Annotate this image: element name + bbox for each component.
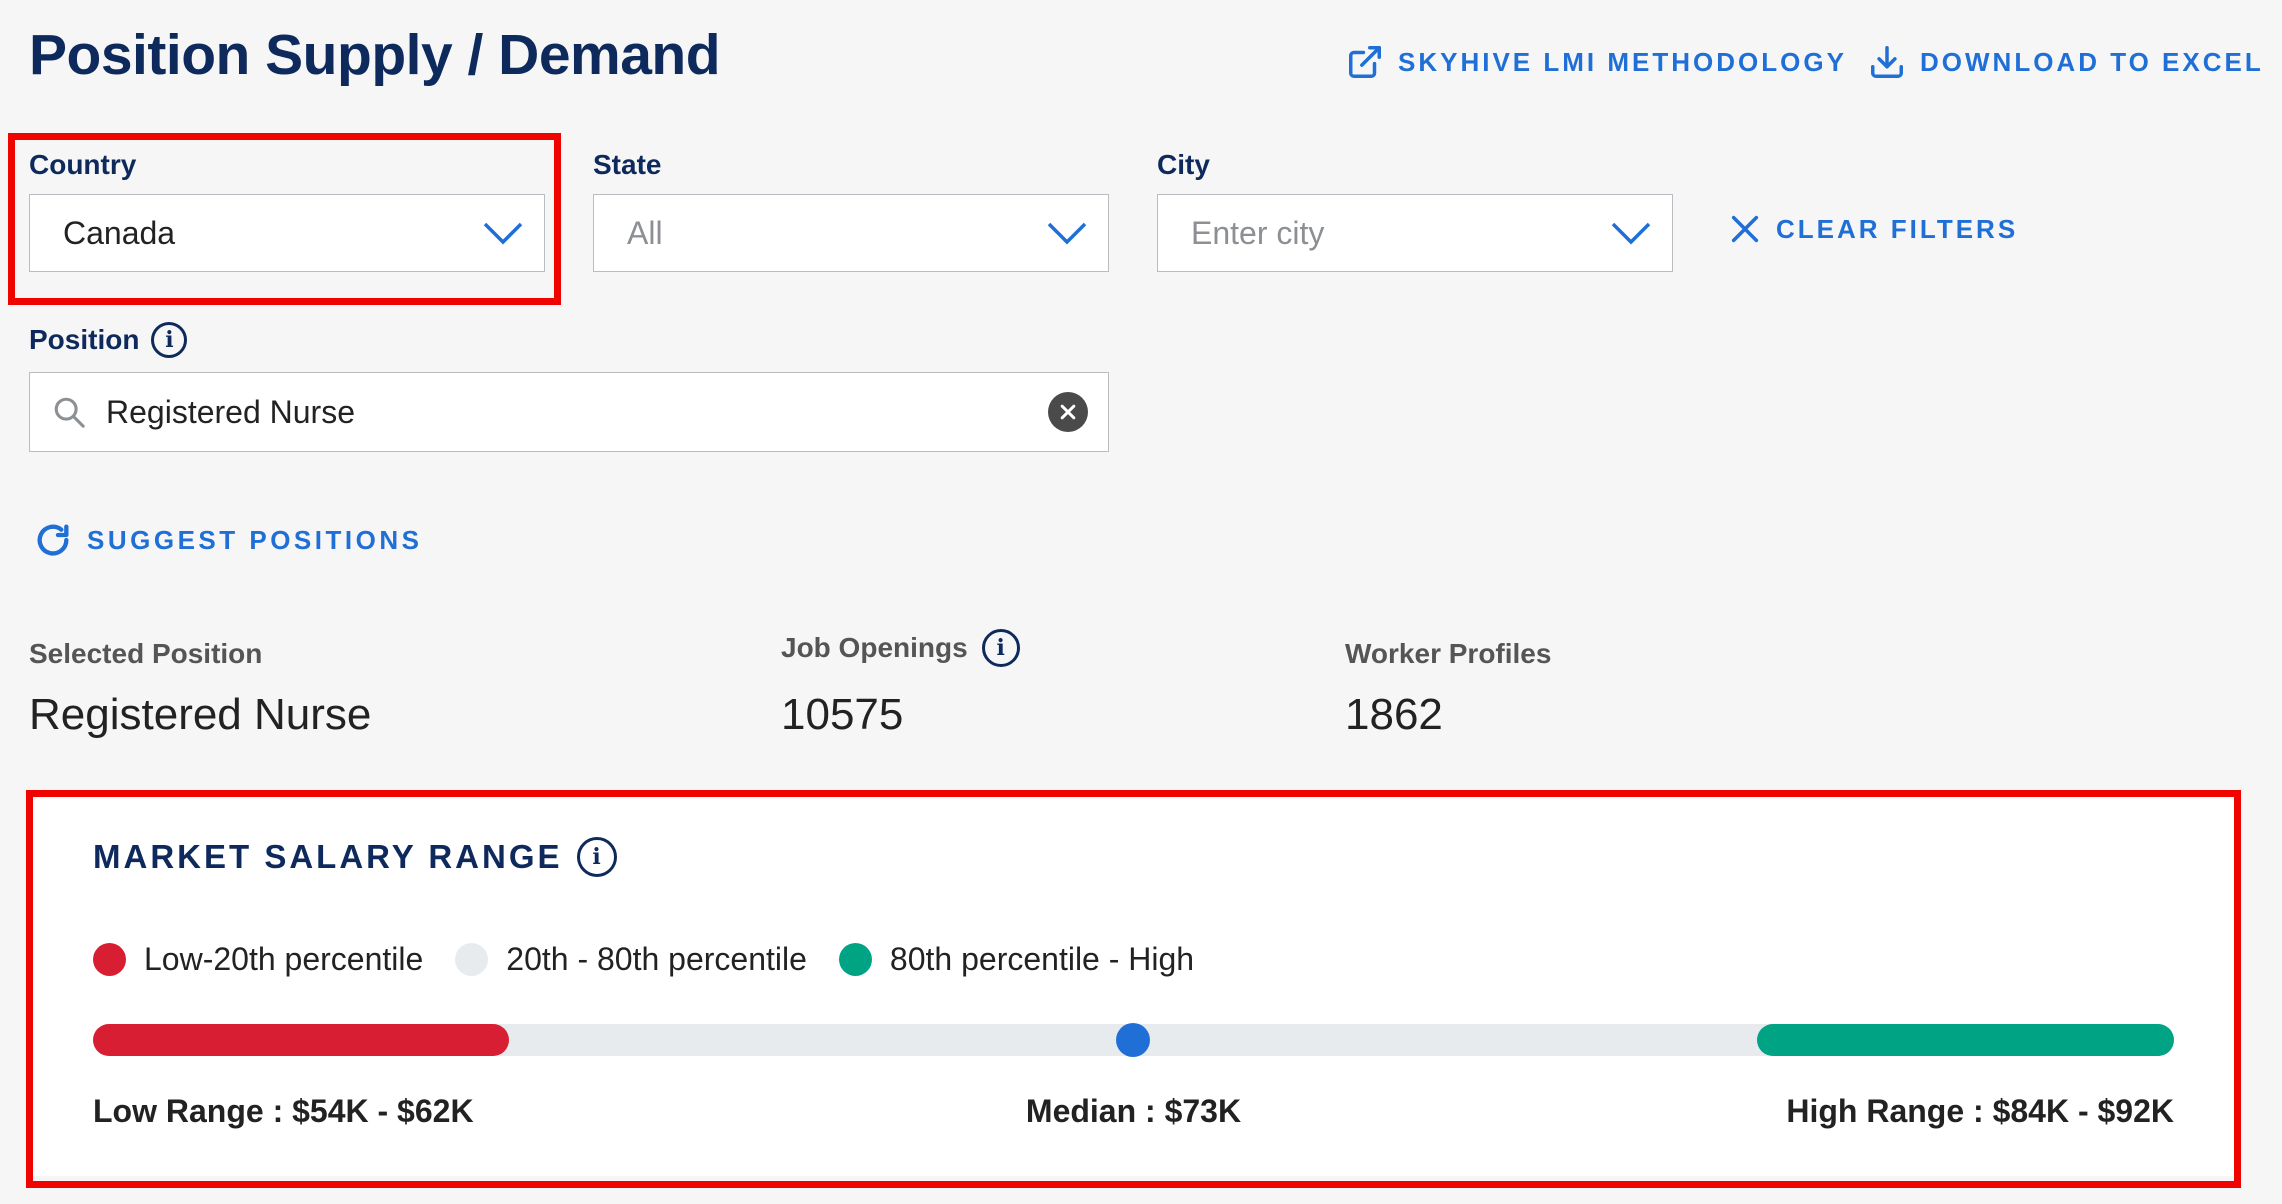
market-salary-card: MARKET SALARY RANGE i Low-20th percentil…	[29, 793, 2238, 1176]
methodology-link[interactable]: SKYHIVE LMI METHODOLOGY	[1346, 43, 1847, 81]
legend-item-mid: 20th - 80th percentile	[455, 941, 807, 978]
legend-label-low: Low-20th percentile	[144, 941, 424, 977]
salary-legend: Low-20th percentile 20th - 80th percenti…	[93, 941, 1194, 978]
clear-filters-label: CLEAR FILTERS	[1776, 213, 2019, 244]
worker-profiles-label: Worker Profiles	[1345, 638, 1552, 669]
selected-position-label: Selected Position	[29, 638, 263, 669]
refresh-icon	[37, 524, 69, 556]
state-placeholder: All	[627, 214, 663, 251]
info-icon[interactable]: i	[981, 629, 1020, 667]
chevron-down-icon	[483, 222, 523, 245]
download-excel-button[interactable]: DOWNLOAD TO EXCEL	[1868, 43, 2264, 81]
legend-dot-mid	[455, 943, 489, 976]
download-label: DOWNLOAD TO EXCEL	[1920, 46, 2264, 77]
salary-median-marker	[1116, 1023, 1150, 1057]
download-icon	[1871, 46, 1903, 78]
chevron-down-icon	[1047, 222, 1087, 245]
job-openings-value: 10575	[781, 690, 904, 739]
country-label: Country	[29, 149, 137, 180]
clear-input-icon[interactable]	[1048, 392, 1088, 432]
position-label: Position	[29, 324, 140, 355]
search-icon	[54, 397, 85, 428]
close-icon	[1731, 215, 1759, 243]
legend-dot-low	[93, 943, 126, 976]
info-icon[interactable]: i	[151, 322, 188, 358]
low-range-label: Low Range : $54K - $62K	[93, 1093, 474, 1129]
selected-position-value: Registered Nurse	[29, 690, 372, 739]
city-select[interactable]: Enter city	[1157, 194, 1673, 272]
position-search-input[interactable]: Registered Nurse	[29, 372, 1109, 452]
info-icon[interactable]: i	[576, 837, 617, 877]
external-link-icon	[1349, 46, 1381, 78]
suggest-positions-label: SUGGEST POSITIONS	[87, 524, 423, 555]
job-openings-label-row: Job Openings i	[781, 629, 1020, 667]
state-select[interactable]: All	[593, 194, 1109, 272]
country-value: Canada	[63, 214, 176, 251]
worker-profiles-value: 1862	[1345, 690, 1443, 739]
state-label: State	[593, 149, 662, 180]
job-openings-label: Job Openings	[781, 632, 968, 663]
page-title: Position Supply / Demand	[29, 23, 721, 87]
suggest-positions-button[interactable]: SUGGEST POSITIONS	[33, 520, 422, 560]
salary-title: MARKET SALARY RANGE	[93, 838, 563, 875]
city-label: City	[1157, 149, 1210, 180]
salary-range-low-segment	[93, 1024, 509, 1056]
salary-title-row: MARKET SALARY RANGE i	[93, 837, 617, 877]
salary-range-high-segment	[1757, 1024, 2174, 1056]
chevron-down-icon	[1611, 222, 1651, 245]
legend-label-high: 80th percentile - High	[889, 941, 1195, 977]
methodology-label: SKYHIVE LMI METHODOLOGY	[1398, 46, 1847, 77]
legend-label-mid: 20th - 80th percentile	[506, 941, 807, 977]
country-select[interactable]: Canada	[29, 194, 545, 272]
position-value: Registered Nurse	[106, 393, 355, 430]
legend-item-high: 80th percentile - High	[838, 941, 1195, 978]
city-placeholder: Enter city	[1191, 214, 1325, 251]
legend-item-low: Low-20th percentile	[93, 941, 423, 978]
legend-dot-high	[838, 943, 872, 976]
high-range-label: High Range : $84K - $92K	[1786, 1093, 2174, 1129]
position-label-row: Position i	[29, 322, 188, 358]
clear-filters-button[interactable]: CLEAR FILTERS	[1728, 212, 2018, 246]
